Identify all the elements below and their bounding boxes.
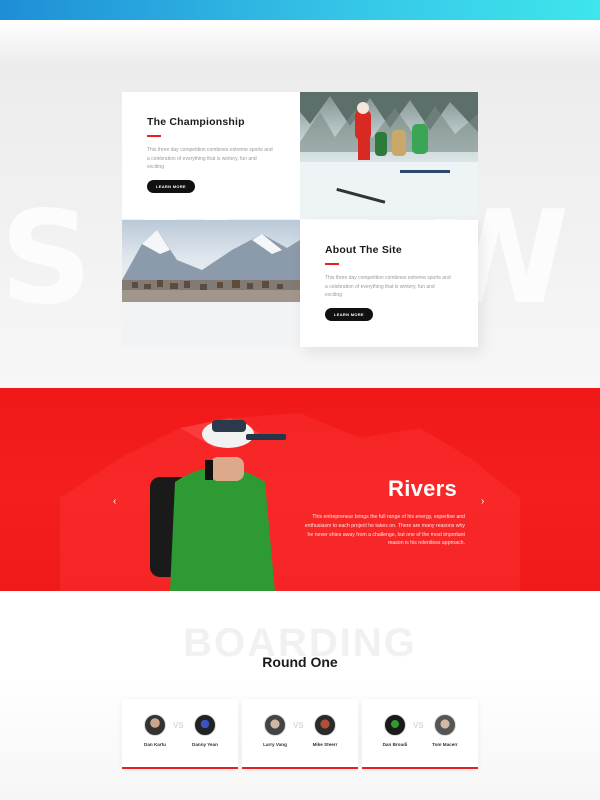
title-underline (325, 263, 339, 265)
match-card[interactable]: Larry Vang VS Mike Steerr (242, 699, 358, 769)
avatar (144, 714, 166, 736)
boarding-section: BOARDING Round One Dan Kartu VS Danny Ye… (0, 591, 600, 800)
slide-text: This entrepreneur brings the full range … (304, 514, 465, 547)
vs-label: VS (413, 721, 424, 730)
avatar (314, 714, 336, 736)
player-name: Dan Broudi (382, 742, 408, 747)
player-name: Dan Kartu (144, 742, 166, 747)
player-name: Tom Macerr (432, 742, 458, 747)
player-a: Dan Kartu (135, 714, 175, 747)
mountain-village-graphic (122, 230, 300, 347)
player-name: Larry Vang (263, 742, 287, 747)
player-name: Mike Steerr (312, 742, 338, 747)
rivers-slider: ‹ › Rivers This entrepreneur brings the … (0, 388, 600, 591)
card-body: This three day competition combines extr… (147, 147, 273, 170)
card-title: The Championship (147, 116, 245, 128)
chevron-right-icon[interactable]: › (481, 496, 484, 507)
mountain-overlay-graphic (60, 413, 520, 591)
avatar (384, 714, 406, 736)
skiers-photo (300, 92, 478, 219)
player-a: Larry Vang (255, 714, 295, 747)
top-gradient-bar (0, 0, 600, 20)
player-b: Danny Yean (185, 714, 225, 747)
round-title: Round One (262, 654, 338, 670)
slide-title: Rivers (388, 476, 458, 501)
avatar (194, 714, 216, 736)
vs-label: VS (293, 721, 304, 730)
mountain-village-photo (122, 220, 300, 347)
skiers-photo-graphic (300, 92, 478, 219)
match-card[interactable]: Dan Broudi VS Tom Macerr (362, 699, 478, 769)
card-title: About The Site (325, 244, 402, 256)
player-name: Danny Yean (192, 742, 218, 747)
chevron-left-icon[interactable]: ‹ (113, 496, 116, 507)
avatar (434, 714, 456, 736)
vs-label: VS (173, 721, 184, 730)
snowboarder-figure (150, 420, 286, 591)
about-site-card: About The Site This three day competitio… (300, 220, 478, 347)
learn-more-button[interactable]: LEARN MORE (325, 307, 373, 321)
player-b: Tom Macerr (425, 714, 465, 747)
championship-card: The Championship This three day competit… (122, 92, 300, 219)
player-a: Dan Broudi (375, 714, 415, 747)
match-card[interactable]: Dan Kartu VS Danny Yean (122, 699, 238, 769)
learn-more-button[interactable]: LEARN MORE (147, 179, 195, 193)
card-body: This three day competition combines extr… (325, 275, 451, 298)
avatar (264, 714, 286, 736)
player-b: Mike Steerr (305, 714, 345, 747)
title-underline (147, 135, 161, 137)
